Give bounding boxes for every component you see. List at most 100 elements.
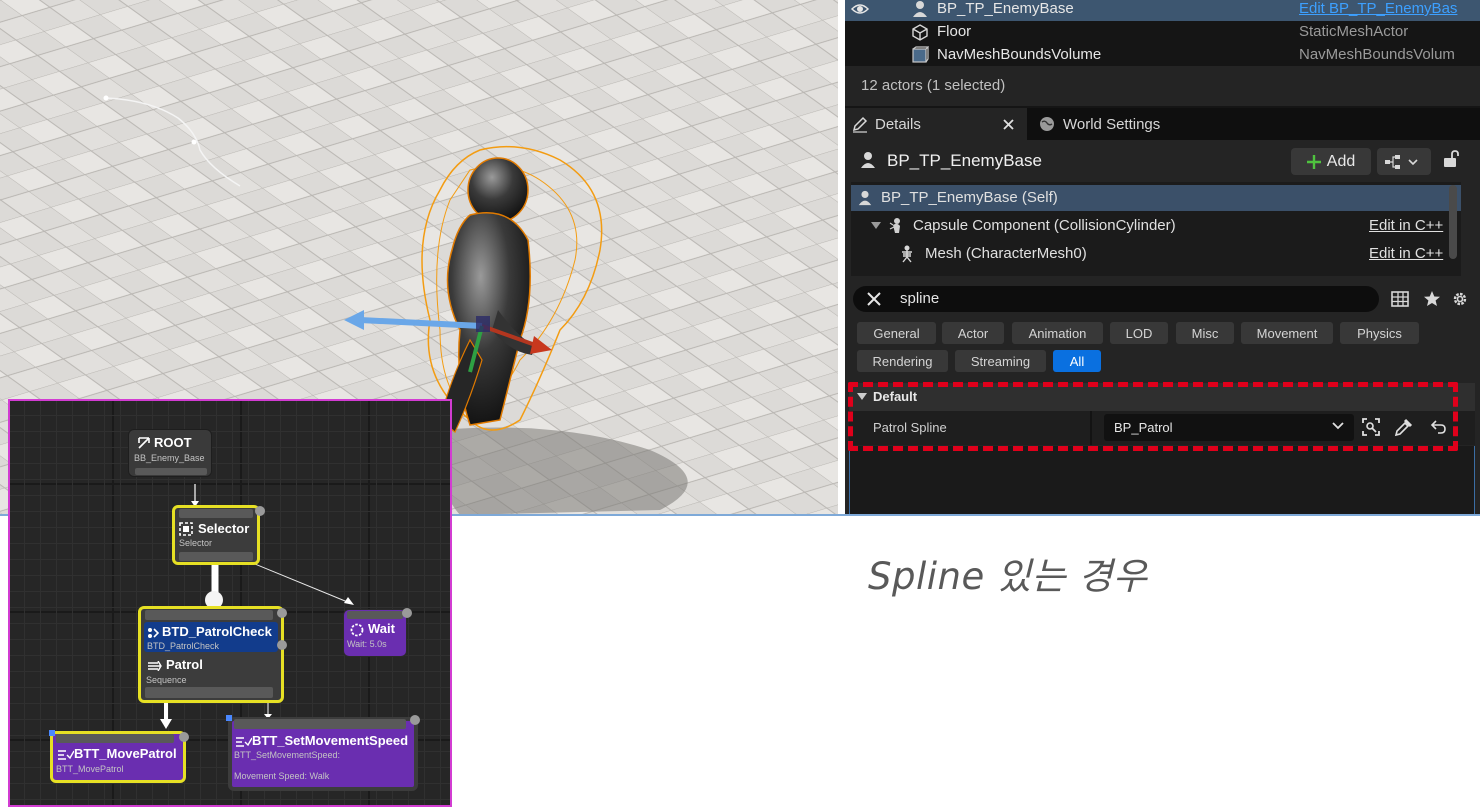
filter-chip-rendering[interactable]: Rendering <box>857 350 948 372</box>
property-row-patrol-spline: Patrol Spline BP_Patrol <box>849 411 1475 445</box>
bt-node-detail: Movement Speed: Walk <box>234 771 330 781</box>
bt-node-subtitle: BTT_MovePatrol <box>56 764 124 774</box>
outliner-status-bar: 12 actors (1 selected) <box>845 66 1480 106</box>
spline-point[interactable] <box>191 139 197 145</box>
category-default-header[interactable]: Default <box>849 383 1475 411</box>
reset-to-default-icon[interactable] <box>1430 420 1446 434</box>
bt-node-title: Patrol <box>166 657 203 672</box>
bt-node-index-badge <box>277 640 287 650</box>
component-row-capsule[interactable]: Capsule Component (CollisionCylinder) Ed… <box>851 213 1461 239</box>
component-row-self[interactable]: BP_TP_EnemyBase (Self) <box>851 185 1461 211</box>
bt-node-title: BTD_PatrolCheck <box>162 624 272 639</box>
bt-node-index-badge <box>255 506 265 516</box>
bt-node-title: ROOT <box>154 435 192 450</box>
visibility-eye-icon[interactable] <box>851 0 869 18</box>
patrol-spline-value: BP_Patrol <box>1114 420 1173 435</box>
expand-arrow-icon <box>857 393 867 400</box>
details-search-field[interactable]: spline <box>853 286 1379 312</box>
task-icon <box>236 737 252 747</box>
spline-point[interactable] <box>103 95 109 101</box>
outliner-actor-type-link[interactable]: Edit BP_TP_EnemyBas <box>1299 0 1464 17</box>
category-label: Default <box>873 389 918 404</box>
component-tree-scrollbar[interactable] <box>1449 185 1457 259</box>
bt-node-index-badge <box>277 608 287 618</box>
collapse-arrow-icon[interactable] <box>871 222 881 230</box>
settings-gear-icon[interactable] <box>1451 290 1469 308</box>
filter-chip-general[interactable]: General <box>857 322 936 344</box>
bt-node-setmovementspeed[interactable]: BTT_SetMovementSpeed BTT_SetMovementSpee… <box>226 715 420 791</box>
character-icon <box>861 152 875 168</box>
filter-chip-lod[interactable]: LOD <box>1110 322 1168 344</box>
root-arrows-icon <box>138 437 150 449</box>
globe-icon <box>1040 117 1054 131</box>
unlock-icon[interactable] <box>1443 150 1459 168</box>
tab-world-settings[interactable]: World Settings <box>1035 108 1160 140</box>
details-empty-area <box>849 446 1475 515</box>
plus-icon <box>1306 154 1321 169</box>
bt-node-subtitle: Selector <box>179 538 213 548</box>
filter-chip-physics[interactable]: Physics <box>1340 322 1419 344</box>
panel-tab-bar: Details World Settings <box>845 108 1480 140</box>
bt-output-pin[interactable] <box>145 687 273 698</box>
add-component-button[interactable]: Add <box>1291 148 1371 175</box>
tab-details[interactable]: Details <box>845 108 1027 140</box>
outliner-row-floor[interactable]: Floor StaticMeshActor <box>845 21 1480 44</box>
wire-arrow <box>160 719 172 729</box>
clear-search-icon[interactable] <box>867 292 881 306</box>
patrol-spline-dropdown[interactable]: BP_Patrol <box>1104 414 1354 441</box>
edit-in-cpp-link[interactable]: Edit in C++ <box>1369 217 1443 234</box>
filter-chip-streaming[interactable]: Streaming <box>955 350 1046 372</box>
bt-input-pin[interactable] <box>145 610 273 620</box>
property-divider[interactable] <box>1090 411 1092 445</box>
hierarchy-dropdown-icon <box>1385 155 1418 169</box>
skeletal-mesh-icon <box>902 245 912 263</box>
slide-caption: Spline 있는 경우 <box>868 555 1148 598</box>
edit-in-cpp-link[interactable]: Edit in C++ <box>1369 245 1443 262</box>
bt-input-pin[interactable] <box>56 734 174 743</box>
tab-world-settings-label: World Settings <box>1063 115 1161 133</box>
component-label: Capsule Component (CollisionCylinder) <box>913 217 1176 234</box>
search-toolbar <box>1391 288 1471 310</box>
static-mesh-icon <box>912 24 928 41</box>
bt-input-pin[interactable] <box>234 719 406 729</box>
filter-chip-all[interactable]: All <box>1053 350 1101 372</box>
capsule-collision-icon <box>889 218 900 233</box>
browse-to-asset-icon[interactable] <box>1362 418 1380 436</box>
bt-breakpoint-marker <box>49 730 55 736</box>
decorator-icon <box>148 628 159 638</box>
favorite-star-icon[interactable] <box>1423 290 1441 307</box>
bt-input-pin[interactable] <box>347 611 403 619</box>
bt-output-pin[interactable] <box>135 468 207 475</box>
bt-node-selector[interactable]: Selector Selector <box>172 505 265 565</box>
eyedropper-picker-icon[interactable] <box>1394 418 1413 437</box>
close-icon[interactable] <box>1003 119 1014 130</box>
outliner-actor-type: NavMeshBoundsVolum <box>1299 46 1455 63</box>
bt-node-subtitle: Wait: 5.0s <box>347 639 387 649</box>
outliner-row-enemybase[interactable]: BP_TP_EnemyBase Edit BP_TP_EnemyBas <box>845 0 1480 21</box>
property-actions <box>1362 418 1446 437</box>
outliner-actor-name: Floor <box>937 23 972 40</box>
behavior-tree-graph[interactable]: ROOT BB_Enemy_Base Selector Selector BTD… <box>8 399 452 807</box>
editor-side-panel: BP_TP_EnemyBase Edit BP_TP_EnemyBas Floo… <box>845 0 1480 515</box>
filter-chip-movement[interactable]: Movement <box>1241 322 1333 344</box>
filter-chip-misc[interactable]: Misc <box>1176 322 1234 344</box>
blueprint-options-button[interactable] <box>1377 148 1431 175</box>
bt-output-pin[interactable] <box>179 552 253 561</box>
character-icon <box>858 190 872 206</box>
bt-decorator-patrolcheck[interactable]: BTD_PatrolCheck BTD_PatrolCheck <box>144 622 278 652</box>
bt-node-subtitle: Sequence <box>146 675 187 685</box>
bt-node-movepatrol[interactable]: BTT_MovePatrol BTT_MovePatrol <box>49 730 189 783</box>
table-view-icon[interactable] <box>1391 291 1409 307</box>
outliner-actor-name: NavMeshBoundsVolume <box>937 46 1102 63</box>
bt-node-patrol-sequence[interactable]: BTD_PatrolCheck BTD_PatrolCheck Patrol S… <box>138 606 287 703</box>
component-row-mesh[interactable]: Mesh (CharacterMesh0) Edit in C++ <box>851 241 1461 267</box>
outliner-row-navmesh[interactable]: NavMeshBoundsVolume NavMeshBoundsVolum <box>845 44 1480 67</box>
filter-chip-animation[interactable]: Animation <box>1012 322 1103 344</box>
volume-icon <box>912 46 929 63</box>
bt-input-pin[interactable] <box>179 509 253 518</box>
bt-node-title: BTT_SetMovementSpeed <box>252 733 409 748</box>
bt-node-root[interactable]: ROOT BB_Enemy_Base <box>128 429 212 477</box>
filter-chip-actor[interactable]: Actor <box>942 322 1004 344</box>
bt-node-wait[interactable]: Wait Wait: 5.0s <box>343 608 412 657</box>
outliner-actor-name: BP_TP_EnemyBase <box>937 0 1074 17</box>
